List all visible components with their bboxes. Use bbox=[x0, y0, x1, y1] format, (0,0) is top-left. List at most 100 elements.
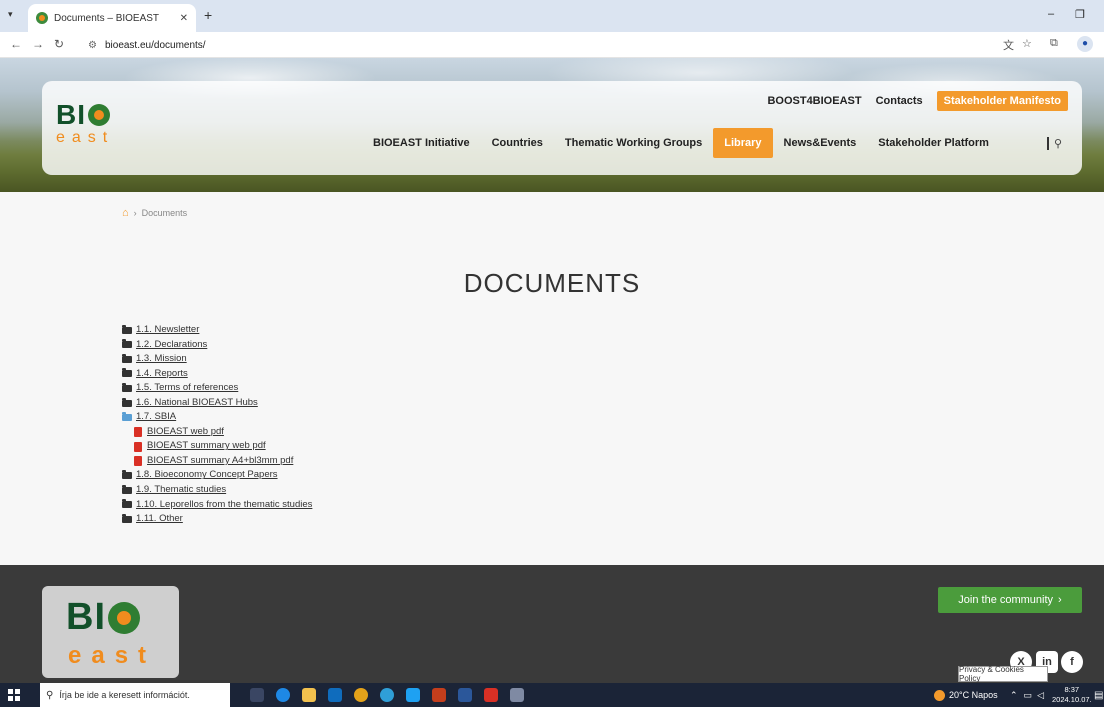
list-item[interactable]: BIOEAST summary A4+bl3mm pdf bbox=[122, 454, 312, 469]
folder-icon bbox=[122, 382, 132, 392]
nav-library[interactable]: Library bbox=[713, 128, 773, 158]
folder-link[interactable]: 1.3. Mission bbox=[136, 352, 187, 367]
restore-icon[interactable]: ❐ bbox=[1075, 8, 1085, 21]
taskbar-search[interactable]: ⚲ Írja be ide a keresett információt. bbox=[40, 683, 230, 707]
close-tab-icon[interactable]: ✕ bbox=[180, 13, 188, 24]
folder-icon bbox=[122, 513, 132, 523]
pdf-icon bbox=[134, 456, 142, 467]
list-item[interactable]: 1.5. Terms of references bbox=[122, 381, 312, 396]
system-clock[interactable]: 8:37 2024.10.07. bbox=[1052, 685, 1092, 705]
hero-banner: BI east BOOST4BIOEAST Contacts Stakehold… bbox=[0, 58, 1104, 192]
list-item[interactable]: 1.2. Declarations bbox=[122, 338, 312, 353]
list-item[interactable]: 1.9. Thematic studies bbox=[122, 483, 312, 498]
file-explorer-icon[interactable] bbox=[302, 688, 316, 702]
app-icon[interactable] bbox=[406, 688, 420, 702]
footer-logo-east-text: east bbox=[68, 642, 157, 669]
new-tab-icon[interactable]: + bbox=[204, 7, 212, 23]
folder-link[interactable]: 1.4. Reports bbox=[136, 367, 188, 382]
join-community-button[interactable]: Join the community › bbox=[938, 587, 1082, 613]
join-community-label: Join the community bbox=[958, 594, 1054, 606]
folder-link[interactable]: 1.9. Thematic studies bbox=[136, 483, 226, 498]
powerpoint-icon[interactable] bbox=[432, 688, 446, 702]
notifications-icon[interactable]: ▤ bbox=[1094, 683, 1103, 707]
browser-tab-bar: ▾ Documents – BIOEAST ✕ + – ❐ bbox=[0, 0, 1104, 32]
facebook-icon[interactable]: f bbox=[1061, 651, 1083, 673]
list-item[interactable]: 1.8. Bioeconomy Concept Papers bbox=[122, 468, 312, 483]
reload-icon[interactable]: ↻ bbox=[54, 37, 64, 51]
nav-bioeast-initiative[interactable]: BIOEAST Initiative bbox=[362, 129, 481, 157]
task-view-icon[interactable] bbox=[250, 688, 264, 702]
folder-link[interactable]: 1.5. Terms of references bbox=[136, 381, 238, 396]
folder-icon bbox=[122, 499, 132, 509]
list-item[interactable]: 1.4. Reports bbox=[122, 367, 312, 382]
volume-icon[interactable]: ◁ bbox=[1037, 690, 1044, 701]
stakeholder-manifesto-button[interactable]: Stakeholder Manifesto bbox=[936, 91, 1068, 111]
folder-icon bbox=[122, 339, 132, 349]
boost4bioeast-link[interactable]: BOOST4BIOEAST bbox=[767, 95, 861, 107]
list-item[interactable]: 1.3. Mission bbox=[122, 352, 312, 367]
list-item[interactable]: 1.6. National BIOEAST Hubs bbox=[122, 396, 312, 411]
logo-bio-text: BI bbox=[56, 99, 86, 130]
chevron-up-icon[interactable]: ⌃ bbox=[1010, 690, 1018, 701]
nav-stakeholder-platform[interactable]: Stakeholder Platform bbox=[867, 129, 1000, 157]
folder-link[interactable]: 1.11. Other bbox=[136, 512, 183, 527]
bioeast-logo[interactable]: BI east bbox=[56, 101, 114, 146]
cookie-policy-tooltip[interactable]: Privacy & Cookies Policy bbox=[958, 665, 1048, 683]
logo-east-text: east bbox=[56, 129, 115, 146]
nav-countries[interactable]: Countries bbox=[481, 129, 554, 157]
folder-link[interactable]: 1.10. Leporellos from the thematic studi… bbox=[136, 498, 312, 513]
folder-icon bbox=[122, 470, 132, 480]
tab-search-icon[interactable]: ▾ bbox=[8, 9, 13, 20]
minimize-icon[interactable]: – bbox=[1048, 8, 1054, 20]
edge-browser-icon[interactable] bbox=[276, 688, 290, 702]
chrome-icon[interactable] bbox=[354, 688, 368, 702]
profile-avatar-icon[interactable]: ● bbox=[1077, 36, 1093, 52]
browser-tab[interactable]: Documents – BIOEAST ✕ bbox=[28, 4, 196, 32]
pdf-link[interactable]: BIOEAST web pdf bbox=[147, 425, 224, 440]
list-item[interactable]: 1.10. Leporellos from the thematic studi… bbox=[122, 498, 312, 513]
site-footer: BI east Join the community › X in f Priv… bbox=[0, 565, 1104, 683]
list-item[interactable]: 1.7. SBIA bbox=[122, 410, 312, 425]
folder-icon bbox=[122, 353, 132, 363]
system-tray[interactable]: ⌃ ▭ ◁ bbox=[1010, 683, 1044, 707]
folder-link[interactable]: 1.8. Bioeconomy Concept Papers bbox=[136, 468, 278, 483]
bookmark-star-icon[interactable]: ☆ bbox=[1022, 37, 1032, 50]
list-item[interactable]: 1.11. Other bbox=[122, 512, 312, 527]
list-item[interactable]: BIOEAST summary web pdf bbox=[122, 439, 312, 454]
nav-news-events[interactable]: News&Events bbox=[773, 129, 868, 157]
contacts-link[interactable]: Contacts bbox=[876, 95, 923, 107]
windows-start-icon[interactable] bbox=[8, 689, 20, 701]
folder-link[interactable]: 1.7. SBIA bbox=[136, 410, 176, 425]
footer-logo[interactable]: BI east bbox=[42, 586, 179, 678]
back-icon[interactable]: ← bbox=[10, 37, 22, 51]
site-info-icon[interactable]: ⚙ bbox=[88, 40, 97, 51]
weather-widget[interactable]: 20°C Napos bbox=[934, 683, 998, 707]
network-icon[interactable]: ▭ bbox=[1024, 690, 1033, 701]
folder-link[interactable]: 1.1. Newsletter bbox=[136, 323, 199, 338]
app-icon[interactable] bbox=[380, 688, 394, 702]
taskbar-search-placeholder: Írja be ide a keresett információt. bbox=[59, 690, 190, 700]
extensions-icon[interactable]: ⧉ bbox=[1050, 37, 1058, 50]
pdf-link[interactable]: BIOEAST summary A4+bl3mm pdf bbox=[147, 454, 293, 469]
folder-link[interactable]: 1.6. National BIOEAST Hubs bbox=[136, 396, 258, 411]
list-item[interactable]: 1.1. Newsletter bbox=[122, 323, 312, 338]
home-icon[interactable]: ⌂ bbox=[122, 207, 129, 219]
folder-link[interactable]: 1.2. Declarations bbox=[136, 338, 207, 353]
address-bar[interactable]: ⚙ bioeast.eu/documents/ bbox=[78, 35, 978, 55]
main-navigation: BIOEAST Initiative Countries Thematic Wo… bbox=[362, 128, 1000, 158]
folder-icon bbox=[122, 324, 132, 334]
translate-icon[interactable]: 文 bbox=[1003, 37, 1014, 53]
nav-thematic-working-groups[interactable]: Thematic Working Groups bbox=[554, 129, 713, 157]
search-icon[interactable]: ⚲ bbox=[1046, 137, 1062, 150]
word-icon[interactable] bbox=[458, 688, 472, 702]
page-title: DOCUMENTS bbox=[463, 268, 641, 298]
sun-icon bbox=[934, 689, 945, 701]
list-item[interactable]: BIOEAST web pdf bbox=[122, 425, 312, 440]
forward-icon[interactable]: → bbox=[32, 37, 44, 51]
search-icon: ⚲ bbox=[46, 689, 54, 701]
pdf-link[interactable]: BIOEAST summary web pdf bbox=[147, 439, 266, 454]
outlook-icon[interactable] bbox=[328, 688, 342, 702]
browser-toolbar: ← → ↻ ⚙ bioeast.eu/documents/ 文 ☆ ⧉ ● bbox=[0, 32, 1104, 58]
app-icon[interactable] bbox=[510, 688, 524, 702]
acrobat-icon[interactable] bbox=[484, 688, 498, 702]
